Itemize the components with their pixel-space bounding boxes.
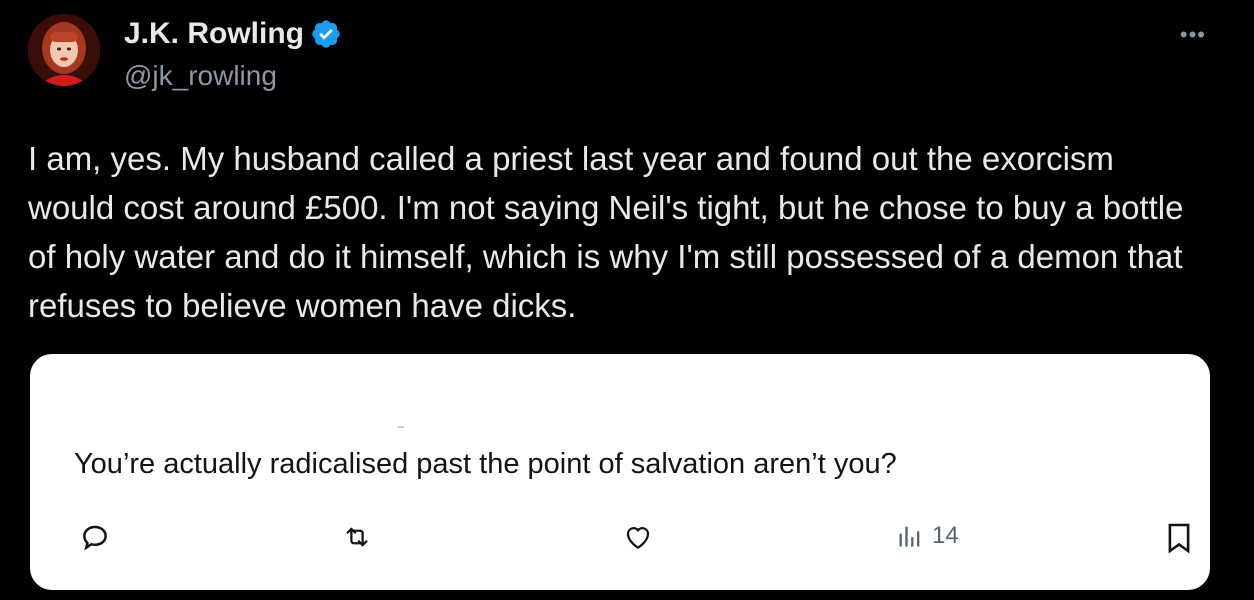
views-count: 14 — [932, 522, 959, 549]
reply-button[interactable] — [80, 522, 110, 552]
quoted-tweet-card[interactable]: You’re actually radicalised past the poi… — [30, 354, 1210, 590]
author-handle[interactable]: @jk_rowling — [124, 58, 277, 94]
verified-badge-icon — [310, 18, 342, 50]
author-display-name-row[interactable]: J.K. Rowling — [124, 14, 342, 54]
views-icon — [896, 522, 924, 550]
tweet-screenshot: J.K. Rowling @jk_rowling ••• I am, yes. … — [0, 0, 1254, 600]
like-button[interactable] — [622, 522, 654, 552]
heart-icon — [622, 522, 654, 552]
retweet-button[interactable] — [340, 522, 374, 552]
more-options-icon[interactable]: ••• — [1180, 22, 1206, 48]
avatar-portrait — [28, 14, 100, 86]
bookmark-icon — [1166, 522, 1192, 554]
retweet-icon — [340, 522, 374, 552]
views-button[interactable]: 14 — [896, 522, 959, 550]
author-display-name[interactable]: J.K. Rowling — [124, 14, 304, 54]
avatar[interactable] — [28, 14, 100, 86]
tweet-text: I am, yes. My husband called a priest la… — [28, 140, 1184, 324]
bookmark-button[interactable] — [1166, 522, 1192, 554]
quoted-tweet-text: You’re actually radicalised past the poi… — [74, 448, 897, 480]
divider — [398, 426, 404, 428]
reply-icon — [80, 522, 110, 552]
